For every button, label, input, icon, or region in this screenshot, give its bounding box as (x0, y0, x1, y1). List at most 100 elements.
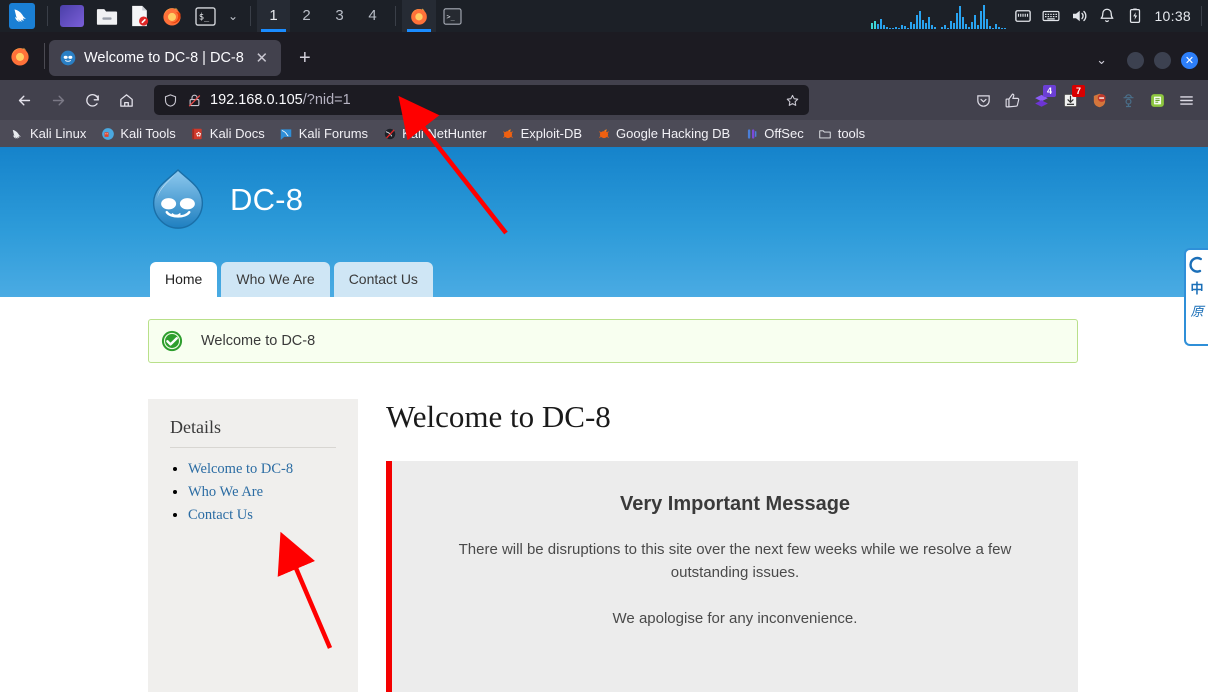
site-branding[interactable]: DC-8 (0, 147, 1208, 231)
tab-list-chevron-down-icon[interactable]: ⌄ (1086, 48, 1117, 72)
browser-tab-active[interactable]: Welcome to DC-8 | DC-8 ✕ (49, 40, 281, 76)
kali-menu-button[interactable] (0, 0, 41, 32)
translate-side-panel[interactable]: 中 原 (1184, 248, 1208, 346)
cpu-graph-widget[interactable] (940, 3, 1009, 29)
site-header: DC-8 Home Who We Are Contact Us (0, 147, 1208, 297)
url-bar[interactable]: 192.168.0.105/?nid=1 (154, 85, 809, 115)
close-icon[interactable]: ✕ (252, 48, 272, 68)
tracking-protection-shield-icon[interactable] (162, 92, 179, 109)
site-name: DC-8 (230, 182, 304, 217)
status-message-text: Welcome to DC-8 (201, 333, 316, 349)
url-text[interactable]: 192.168.0.105/?nid=1 (210, 92, 777, 108)
pocket-save-icon (976, 94, 990, 107)
forward-button[interactable] (42, 85, 74, 115)
bookmark-label: OffSec (764, 126, 804, 141)
bookmark-kali-linux[interactable]: Kali Linux (4, 123, 92, 144)
bookmark-offsec[interactable]: OffSec (738, 123, 810, 144)
site-primary-nav: Home Who We Are Contact Us (150, 262, 433, 297)
svg-text:✿: ✿ (196, 131, 201, 138)
sidebar-link-contact-us[interactable]: Contact Us (188, 507, 253, 523)
exploit-db-icon (501, 126, 516, 141)
downloads-extension-button[interactable]: 7 (1056, 85, 1085, 114)
keyboard-layout-icon[interactable] (1038, 3, 1064, 29)
workspace-4[interactable]: 4 (356, 0, 389, 32)
back-button[interactable] (8, 85, 40, 115)
firefox-window-icon (0, 32, 40, 80)
privacy-badger-icon (1123, 93, 1133, 107)
launcher-firefox[interactable] (155, 0, 189, 32)
workspace-1[interactable]: 1 (257, 0, 291, 32)
page-title: Welcome to DC-8 (386, 399, 611, 434)
new-tab-button[interactable]: + (289, 42, 321, 74)
privacy-badger-button[interactable] (1114, 86, 1142, 114)
launcher-file-manager[interactable] (90, 0, 124, 32)
bookmark-label: Kali Forums (298, 126, 369, 141)
layers-extension-button[interactable]: 4 (1027, 85, 1056, 114)
taskbar-clock[interactable]: 10:38 (1150, 8, 1199, 24)
share-button[interactable] (998, 86, 1026, 114)
notes-extension-icon (1150, 93, 1164, 107)
notes-extension-button[interactable] (1143, 86, 1171, 114)
back-arrow-icon (18, 95, 30, 105)
url-host: 192.168.0.105 (210, 92, 303, 108)
app-menu-button[interactable] (1172, 86, 1200, 114)
bookmark-label: Kali Docs (209, 126, 265, 141)
svg-text:>_: >_ (447, 13, 456, 21)
network-graph-widget[interactable] (870, 3, 939, 29)
bookmark-google-hacking-db[interactable]: Google Hacking DB (590, 123, 736, 144)
bookmark-kali-docs[interactable]: ✿ Kali Docs (184, 123, 271, 144)
launcher-dropdown-button[interactable]: ⌄ (222, 0, 244, 32)
network-icon[interactable] (1010, 3, 1036, 29)
browser-toolbar-extensions: 4 7 (969, 85, 1200, 114)
firefox-icon (411, 8, 427, 25)
bookmark-tools-folder[interactable]: tools (812, 123, 871, 144)
nav-tab-contact-us[interactable]: Contact Us (333, 262, 433, 297)
bookmark-label: Kali Tools (120, 126, 176, 141)
launcher-terminal[interactable]: $_ (189, 0, 222, 32)
taskbar-divider-3 (395, 6, 397, 26)
reload-icon (85, 93, 99, 107)
reload-button[interactable] (76, 85, 108, 115)
workspace-2[interactable]: 2 (290, 0, 323, 32)
terminal-icon: >_ (443, 7, 462, 25)
notifications-bell-icon[interactable] (1094, 3, 1120, 29)
ublock-origin-button[interactable] (1085, 86, 1113, 114)
browser-tab-title: Welcome to DC-8 | DC-8 (84, 50, 244, 66)
list-item: Who We Are (188, 483, 336, 501)
insecure-connection-icon[interactable] (186, 92, 203, 109)
bookmark-star-icon[interactable] (784, 92, 801, 109)
bookmark-exploit-db[interactable]: Exploit-DB (495, 123, 588, 144)
workspace-3[interactable]: 3 (323, 0, 356, 32)
kali-dragon-icon (10, 126, 25, 141)
browser-tab-strip: Welcome to DC-8 | DC-8 ✕ + ⌄ ✕ (0, 32, 1208, 80)
drupal-droplet-logo (152, 169, 204, 229)
home-button[interactable] (110, 85, 142, 115)
battery-icon[interactable] (1122, 3, 1148, 29)
taskbar-divider-2 (250, 6, 252, 26)
pocket-save-button[interactable] (969, 86, 997, 114)
bookmark-label: Google Hacking DB (616, 126, 731, 141)
volume-icon[interactable] (1066, 3, 1092, 29)
nav-tab-who-we-are[interactable]: Who We Are (221, 262, 330, 297)
bookmark-label: Exploit-DB (520, 126, 583, 141)
sidebar-link-who-we-are[interactable]: Who We Are (188, 484, 263, 500)
minimize-button[interactable] (1127, 51, 1144, 69)
nav-tab-home[interactable]: Home (150, 262, 218, 297)
window-item-firefox[interactable] (402, 0, 437, 32)
sidebar-link-welcome[interactable]: Welcome to DC-8 (188, 461, 293, 477)
google-hacking-db-icon (596, 126, 611, 141)
notice-paragraph-1: There will be disruptions to this site o… (458, 541, 1012, 582)
close-window-button[interactable]: ✕ (1181, 51, 1198, 69)
launcher-terminal-purple[interactable] (54, 0, 90, 32)
kali-docs-icon: ✿ (190, 126, 205, 141)
sidebar-details-block: Details Welcome to DC-8 Who We Are Conta… (148, 399, 358, 692)
bookmark-kali-tools[interactable]: Kali Tools (94, 123, 181, 144)
bookmark-kali-nethunter[interactable]: Kali NetHunter (376, 123, 493, 144)
launcher-text-editor[interactable] (124, 0, 155, 32)
terminal-purple-icon (60, 5, 84, 27)
side-panel-line-1: 中 (1190, 282, 1204, 297)
bookmark-kali-forums[interactable]: Kali Forums (273, 123, 374, 144)
bookmark-label: Kali Linux (30, 126, 87, 141)
maximize-button[interactable] (1154, 51, 1171, 69)
window-item-terminal[interactable]: >_ (436, 0, 469, 32)
